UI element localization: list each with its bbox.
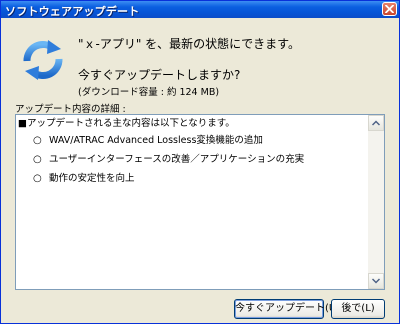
list-item-text: WAV/ATRAC Advanced Lossless変換機能の追加 bbox=[49, 135, 263, 146]
list-item: ○ 動作の安定性を向上 bbox=[18, 170, 368, 188]
question-text: 今すぐアップデートしますか? bbox=[78, 68, 241, 82]
download-size-note: (ダウンロード容量 : 約 124 MB) bbox=[78, 87, 220, 98]
update-now-button[interactable]: 今すぐアップデート(U) bbox=[234, 299, 340, 319]
bullet-icon: ○ bbox=[33, 173, 42, 184]
update-dialog: ソフトウェアアップデート "ｘ-アプリ" を、最新の状態にできます。 今すぐアッ… bbox=[0, 0, 400, 324]
list-item-text: 動作の安定性を向上 bbox=[49, 173, 135, 184]
headline-text: "ｘ-アプリ" を、最新の状態にできます。 bbox=[78, 37, 300, 51]
list-item: ○ WAV/ATRAC Advanced Lossless変換機能の追加 bbox=[18, 132, 368, 150]
title-bar[interactable]: ソフトウェアアップデート bbox=[1, 1, 399, 18]
window-title: ソフトウェアアップデート bbox=[5, 5, 140, 18]
details-intro: ■アップデートされる主な内容は以下となります。 bbox=[18, 118, 235, 129]
vertical-scrollbar[interactable] bbox=[368, 115, 384, 289]
bullet-icon: ○ bbox=[33, 154, 42, 165]
update-refresh-icon bbox=[23, 40, 63, 80]
details-box: ■アップデートされる主な内容は以下となります。 ○ WAV/ATRAC Adva… bbox=[15, 114, 385, 290]
close-button[interactable] bbox=[382, 2, 397, 16]
scroll-up-button[interactable] bbox=[368, 115, 384, 131]
details-content: ■アップデートされる主な内容は以下となります。 ○ WAV/ATRAC Adva… bbox=[18, 116, 368, 188]
scroll-down-button[interactable] bbox=[368, 273, 384, 289]
later-button[interactable]: 後で(L) bbox=[331, 299, 385, 319]
arrow-up-icon bbox=[372, 120, 380, 126]
details-label: アップデート内容の詳細 : bbox=[15, 104, 126, 115]
arrow-down-icon bbox=[372, 278, 380, 284]
list-item-text: ユーザーインターフェースの改善／アプリケーションの充実 bbox=[49, 154, 305, 165]
bullet-icon: ○ bbox=[33, 135, 42, 146]
list-item: ○ ユーザーインターフェースの改善／アプリケーションの充実 bbox=[18, 151, 368, 169]
close-icon bbox=[385, 5, 394, 13]
